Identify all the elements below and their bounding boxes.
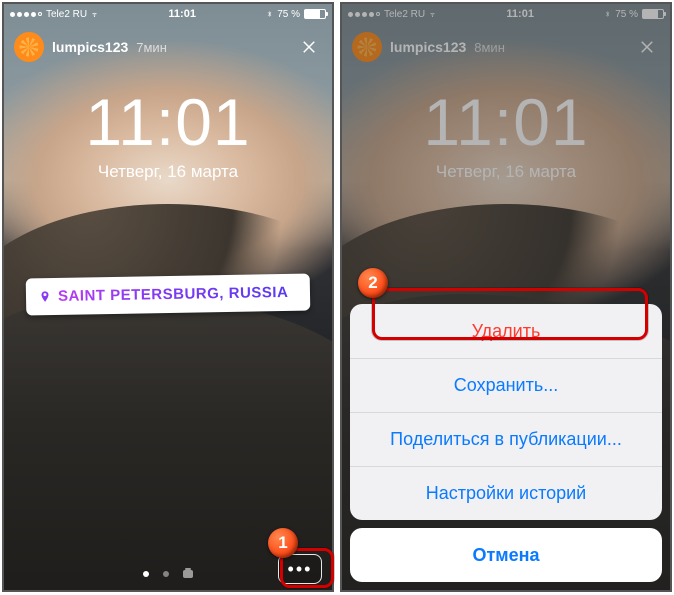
statusbar-time: 11:01	[168, 8, 196, 20]
sheet-story-settings-button[interactable]: Настройки историй	[350, 466, 662, 520]
story-username[interactable]: lumpics123	[52, 39, 128, 55]
story-age: 7мин	[136, 40, 167, 55]
carrier-label: Tele2 RU	[46, 9, 87, 20]
pager-dot	[143, 571, 149, 577]
sheet-save-button[interactable]: Сохранить...	[350, 358, 662, 412]
close-icon[interactable]	[296, 34, 322, 60]
sheet-share-button[interactable]: Поделиться в публикации...	[350, 412, 662, 466]
signal-dots-icon	[10, 12, 42, 17]
battery-pct: 75 %	[277, 9, 300, 20]
avatar[interactable]	[14, 32, 44, 62]
ios-status-bar: Tele2 RU 11:01 75 %	[4, 4, 332, 24]
wifi-icon	[91, 8, 98, 20]
pager-dot	[163, 571, 169, 577]
lockscreen-date: Четверг, 16 марта	[4, 162, 332, 182]
step-badge-1: 1	[268, 528, 298, 558]
lockscreen-time: 11:01	[4, 84, 332, 160]
location-pin-icon	[38, 290, 52, 304]
battery-icon	[304, 9, 326, 19]
phone-right: Tele2 RU 11:01 75 % lumpics123 8мин 11:0…	[340, 2, 672, 592]
phone-left: Tele2 RU 11:01 75 % lumpics123 7мин 11:0…	[2, 2, 334, 592]
camera-icon[interactable]	[183, 570, 193, 578]
sheet-cancel-button[interactable]: Отмена	[350, 528, 662, 582]
story-pager	[4, 570, 332, 578]
step-badge-2: 2	[358, 268, 388, 298]
sheet-delete-button[interactable]: Удалить	[350, 304, 662, 358]
action-sheet: Удалить Сохранить... Поделиться в публик…	[350, 304, 662, 582]
more-button[interactable]: •••	[278, 554, 322, 584]
location-sticker[interactable]: Saint Petersburg, Russia	[26, 274, 311, 316]
bluetooth-icon	[266, 8, 273, 20]
story-header: lumpics123 7мин	[4, 26, 332, 68]
action-sheet-group: Удалить Сохранить... Поделиться в публик…	[350, 304, 662, 520]
location-label: Saint Petersburg, Russia	[58, 284, 289, 305]
